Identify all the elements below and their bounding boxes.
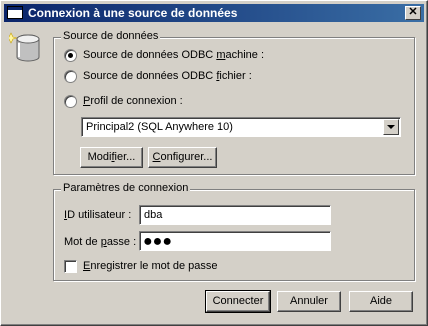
radio-odbc-machine-label[interactable]: Source de données ODBC machine :: [83, 49, 264, 61]
database-icon: [9, 32, 40, 62]
password-label: Mot de passe :: [64, 236, 137, 248]
dialog-window: Connexion à une source de données ✕ Sour…: [0, 0, 428, 326]
chevron-down-icon[interactable]: [383, 119, 399, 135]
save-password-checkbox[interactable]: [64, 260, 77, 273]
radio-connection-profile-label[interactable]: Profil de connexion :: [83, 95, 183, 107]
title-bar[interactable]: Connexion à une source de données ✕: [4, 4, 424, 22]
user-id-input[interactable]: dba: [139, 205, 331, 225]
radio-odbc-file[interactable]: [64, 70, 77, 83]
connection-profile-select[interactable]: Principal2 (SQL Anywhere 10): [81, 117, 401, 137]
datasource-legend: Source de données: [61, 30, 161, 42]
radio-odbc-file-label[interactable]: Source de données ODBC fichier :: [83, 70, 252, 82]
password-input[interactable]: ●●●: [139, 231, 331, 251]
close-button[interactable]: ✕: [405, 6, 421, 20]
save-password-label[interactable]: Enregistrer le mot de passe: [83, 260, 218, 272]
cancel-button[interactable]: Annuler: [277, 291, 341, 312]
password-mask: ●●●: [143, 233, 172, 250]
connection-params-legend: Paramètres de connexion: [61, 182, 191, 194]
connection-profile-value: Principal2 (SQL Anywhere 10): [86, 121, 233, 133]
help-button[interactable]: Aide: [349, 291, 413, 312]
user-id-value: dba: [144, 209, 163, 221]
window-icon: [7, 6, 23, 19]
modify-button[interactable]: Modifier...: [80, 147, 143, 168]
radio-odbc-machine[interactable]: [64, 49, 77, 62]
configure-button[interactable]: Configurer...: [148, 147, 217, 168]
connect-button[interactable]: Connecter: [205, 290, 271, 313]
window-title: Connexion à une source de données: [28, 6, 238, 20]
user-id-label: ID utilisateur :: [64, 209, 132, 221]
radio-connection-profile[interactable]: [64, 95, 77, 108]
